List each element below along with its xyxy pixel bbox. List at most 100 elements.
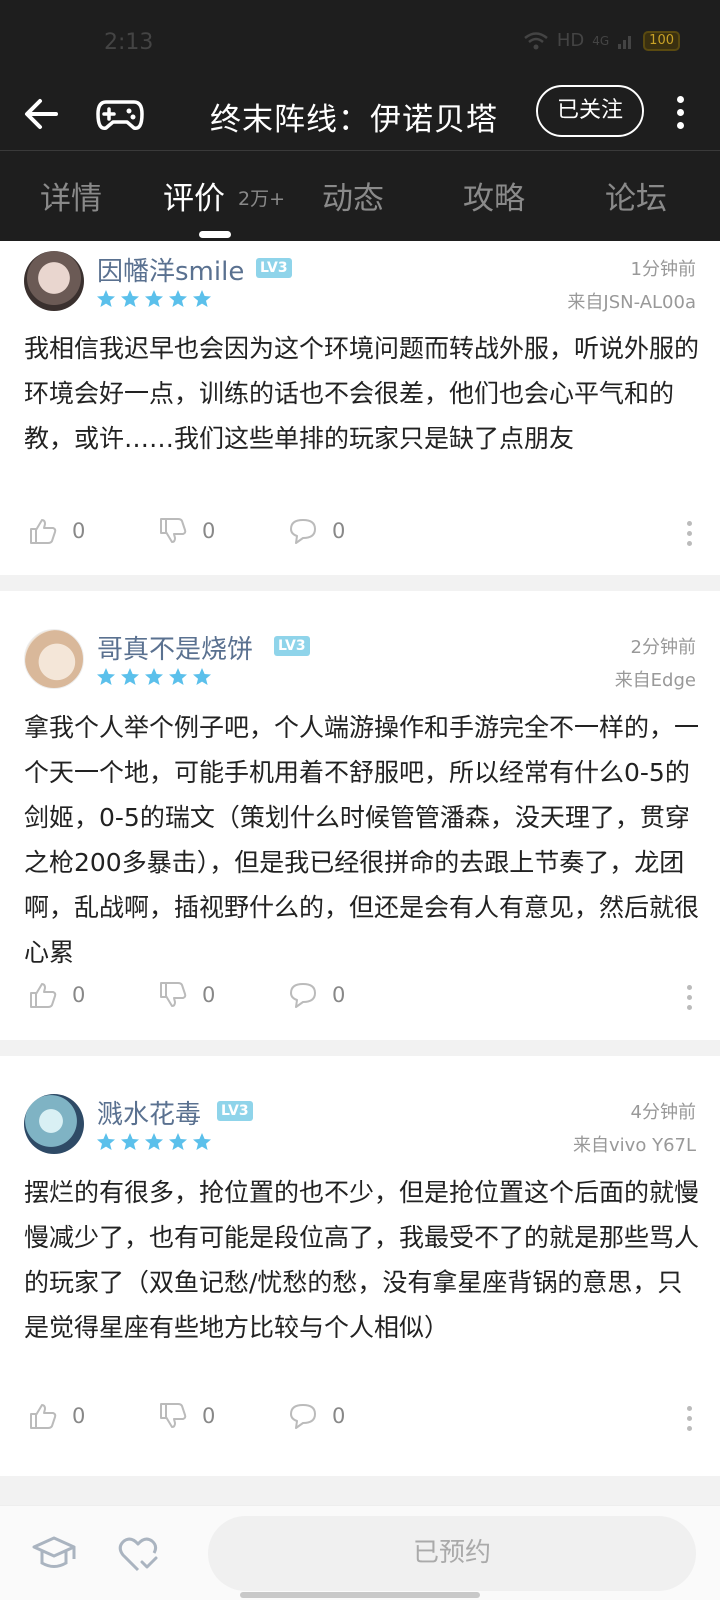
thumbs-up-icon (30, 983, 57, 1008)
status-bar: 2:13 HD 4G 100 (0, 0, 720, 80)
review-more-button[interactable] (684, 1406, 694, 1436)
star-icon (193, 668, 211, 685)
like-button[interactable]: 0 (28, 516, 85, 546)
star-icon (169, 668, 187, 685)
star-rating (96, 1132, 212, 1152)
gamepad-icon (96, 100, 144, 130)
username[interactable]: 哥真不是烧饼 (97, 629, 253, 666)
star-icon (193, 290, 211, 307)
active-tab-indicator (199, 231, 231, 238)
signal-label: 4G (592, 33, 610, 48)
more-dot (686, 521, 692, 526)
star-icon (145, 290, 163, 307)
review-time: 2分钟前 (630, 637, 696, 658)
review-text[interactable]: 我相信我迟早也会因为这个环境问题而转战外服，听说外服的环境会好一点，训练的话也不… (24, 326, 699, 461)
app-bar: 终末阵线：伊诺贝塔 已关注 (0, 80, 720, 150)
more-dot (686, 995, 692, 1000)
graduation-cap-icon (32, 1536, 76, 1568)
review-more-button[interactable] (684, 521, 694, 551)
more-dot (686, 531, 692, 536)
level-badge: LV3 (274, 636, 310, 656)
wifi-icon (524, 31, 548, 49)
comment-button[interactable]: 0 (288, 1401, 345, 1431)
comment-button[interactable]: 0 (288, 516, 345, 546)
like-button[interactable]: 0 (28, 1401, 85, 1431)
home-indicator[interactable] (240, 1592, 480, 1598)
star-icon (97, 1133, 115, 1150)
more-dot (686, 541, 692, 546)
star-icon (169, 1133, 187, 1150)
avatar[interactable] (24, 251, 84, 311)
thumbs-up-icon (30, 519, 57, 544)
dislike-button[interactable]: 0 (158, 1401, 215, 1431)
review-list[interactable]: 因幡洋smile LV3 1分钟前 来自JSN-AL00a 我相信我迟早也会因为… (0, 241, 720, 1505)
tab-news[interactable]: 动态 (322, 173, 384, 218)
reserved-button[interactable]: 已预约 (208, 1516, 696, 1591)
dislike-button[interactable]: 0 (158, 516, 215, 546)
thumbs-down-icon (160, 518, 187, 543)
avatar[interactable] (24, 1094, 84, 1154)
more-dot (676, 109, 684, 116)
review-time: 1分钟前 (630, 259, 696, 280)
username[interactable]: 因幡洋smile (97, 251, 244, 288)
username[interactable]: 溅水花毒 (97, 1094, 201, 1131)
star-icon (97, 668, 115, 685)
follow-button[interactable]: 已关注 (536, 85, 644, 137)
level-badge: LV3 (217, 1101, 253, 1121)
page-title: 终末阵线：伊诺贝塔 (210, 102, 498, 138)
star-icon (145, 668, 163, 685)
more-dot (686, 1406, 692, 1411)
comment-bubble-icon (290, 983, 316, 1008)
review-text[interactable]: 摆烂的有很多，抢位置的也不少，但是抢位置这个后面的就慢慢减少了，也有可能是段位高… (24, 1170, 699, 1350)
comment-count: 0 (332, 1404, 346, 1428)
wishlist-button[interactable] (116, 1532, 160, 1576)
review-time: 4分钟前 (630, 1102, 696, 1123)
review-card: 溅水花毒 LV3 4分钟前 来自vivo Y67L 摆烂的有很多，抢位置的也不少… (0, 1056, 720, 1476)
like-button[interactable]: 0 (28, 980, 85, 1010)
review-more-button[interactable] (684, 985, 694, 1015)
more-dot (686, 1416, 692, 1421)
review-device: 来自vivo Y67L (573, 1135, 696, 1156)
review-device: 来自JSN-AL00a (567, 292, 696, 313)
review-text[interactable]: 拿我个人举个例子吧，个人端游操作和手游完全不一样的，一个天一个地，可能手机用着不… (24, 705, 699, 975)
network-label: HD (556, 30, 585, 51)
comment-count: 0 (332, 983, 346, 1007)
review-separator (0, 1040, 720, 1056)
status-time: 2:13 (104, 30, 154, 55)
review-separator (0, 575, 720, 591)
comment-count: 0 (332, 519, 346, 543)
review-card: 因幡洋smile LV3 1分钟前 来自JSN-AL00a 我相信我迟早也会因为… (0, 241, 720, 575)
bottom-action-bar: 已预约 (0, 1505, 720, 1600)
more-options-button[interactable] (670, 90, 690, 138)
star-icon (169, 290, 187, 307)
tab-guides[interactable]: 攻略 (463, 173, 525, 218)
review-card: 哥真不是烧饼 LV3 2分钟前 来自Edge 拿我个人举个例子吧，个人端游操作和… (0, 591, 720, 1040)
tab-reviews[interactable]: 评价 (163, 173, 225, 218)
star-icon (121, 1133, 139, 1150)
graduation-cap-button[interactable] (30, 1532, 78, 1576)
comment-bubble-icon (290, 1404, 316, 1429)
star-rating (96, 667, 212, 687)
comment-button[interactable]: 0 (288, 980, 345, 1010)
tab-forum[interactable]: 论坛 (605, 173, 667, 218)
thumbs-down-icon (160, 982, 187, 1007)
status-icons: HD 4G 100 (523, 30, 680, 51)
more-dot (686, 1005, 692, 1010)
back-arrow-icon (25, 99, 58, 129)
back-button[interactable] (20, 92, 64, 136)
heart-check-icon (118, 1537, 158, 1572)
signal-icon (618, 35, 632, 49)
dislike-count: 0 (202, 983, 216, 1007)
comment-bubble-icon (290, 519, 316, 544)
star-icon (97, 290, 115, 307)
tab-details[interactable]: 详情 (40, 173, 102, 218)
thumbs-down-icon (160, 1403, 187, 1428)
dislike-button[interactable]: 0 (158, 980, 215, 1010)
gamepad-button[interactable] (96, 92, 144, 136)
star-icon (145, 1133, 163, 1150)
more-dot (686, 1426, 692, 1431)
review-actions: 0 0 0 (0, 980, 720, 1020)
avatar[interactable] (24, 629, 84, 689)
like-count: 0 (72, 983, 86, 1007)
review-actions: 0 0 0 (0, 516, 720, 556)
